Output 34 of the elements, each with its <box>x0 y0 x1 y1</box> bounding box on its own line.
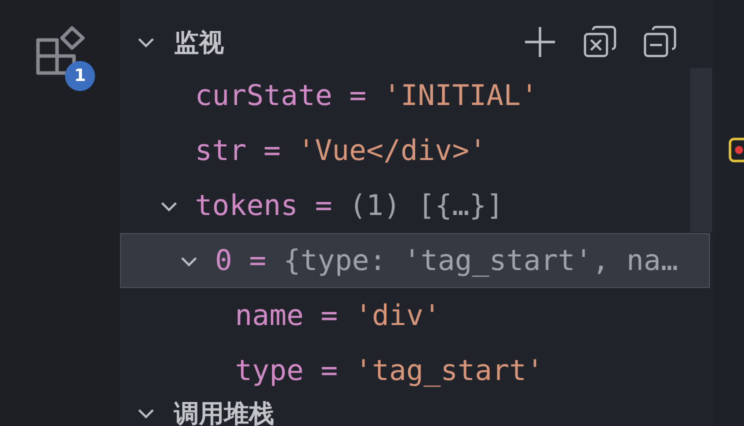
variable-name: curState <box>195 79 332 112</box>
remove-all-icon[interactable] <box>583 25 617 59</box>
equals-sign: = <box>249 244 266 277</box>
watch-row[interactable]: name = 'div' <box>120 288 688 343</box>
variable-name: name <box>235 299 304 332</box>
collapse-all-icon[interactable] <box>643 25 677 59</box>
watch-row[interactable]: str = 'Vue</div>' <box>120 123 688 178</box>
section-title: 调用堆栈 <box>174 398 274 426</box>
section-header[interactable]: 调用堆栈 <box>120 398 715 426</box>
watch-row[interactable]: type = 'tag_start' <box>120 343 688 398</box>
add-icon[interactable] <box>523 25 557 59</box>
variable-value: {type: 'tag_start', na… <box>283 244 678 277</box>
variable-value: 'tag_start' <box>354 354 544 387</box>
scrollbar-thumb[interactable] <box>690 68 712 232</box>
equals-sign: = <box>320 299 338 332</box>
equals-sign: = <box>314 189 332 222</box>
watch-row[interactable]: tokens = (1) [{…}] <box>120 178 688 233</box>
variable-value: 'INITIAL' <box>383 79 538 112</box>
variable-value: (1) [{…}] <box>349 189 504 222</box>
variable-name: tokens <box>195 189 298 222</box>
variable-name: 0 <box>215 244 232 277</box>
equals-sign: = <box>320 354 338 387</box>
variable-value: 'div' <box>354 299 441 332</box>
section-header[interactable]: 监视 <box>120 20 715 64</box>
notification-badge: 1 <box>65 61 95 91</box>
equals-sign: = <box>263 134 281 167</box>
variable-value: 'Vue</div>' <box>298 134 486 167</box>
watch-row[interactable]: curState = 'INITIAL' <box>120 68 688 123</box>
section-title: 监视 <box>174 26 224 58</box>
breakpoint-icon <box>728 137 744 163</box>
variable-name: str <box>195 134 246 167</box>
variable-name: type <box>235 354 304 387</box>
watch-row[interactable]: 0 = {type: 'tag_start', na… <box>120 233 710 288</box>
equals-sign: = <box>349 79 366 112</box>
